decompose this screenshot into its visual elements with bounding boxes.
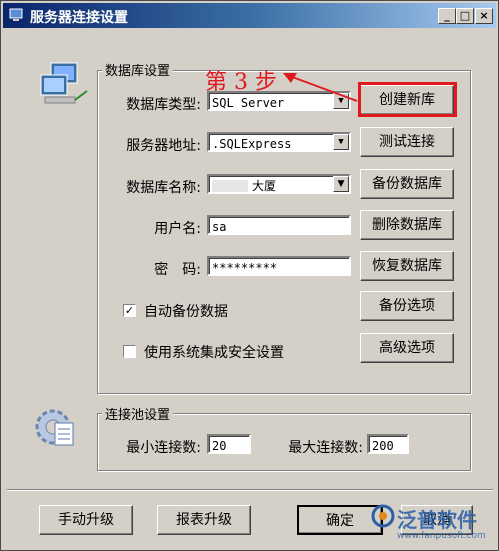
restore-db-button[interactable]: 恢复数据库: [360, 251, 454, 281]
min-connections-label: 最小连接数:: [126, 440, 201, 456]
user-input[interactable]: sa: [207, 215, 351, 235]
pool-settings-legend: 连接池设置: [102, 404, 174, 423]
watermark-url: www.fanpusoft.com: [397, 531, 486, 541]
db-type-label: 数据库类型:: [126, 97, 201, 113]
integrated-security-checkbox[interactable]: [123, 345, 136, 358]
delete-db-button[interactable]: 删除数据库: [360, 210, 454, 240]
title-bar[interactable]: 服务器连接设置 _ □ ×: [3, 3, 496, 28]
watermark-logo: [371, 504, 395, 532]
app-icon: [9, 7, 25, 27]
user-label: 用户名:: [154, 221, 201, 237]
network-computers-icon: [39, 61, 89, 115]
manual-upgrade-button[interactable]: 手动升级: [39, 505, 133, 535]
test-connection-button[interactable]: 测试连接: [360, 127, 454, 157]
db-name-select[interactable]: 大厦 ▼: [207, 174, 351, 194]
db-settings-legend: 数据库设置: [102, 60, 174, 79]
max-connections-input[interactable]: 200: [367, 434, 409, 454]
server-select[interactable]: .SQLExpress ▼: [207, 132, 351, 152]
chevron-down-icon[interactable]: ▼: [333, 176, 349, 192]
dialog-window: 服务器连接设置 _ □ × 数据库设置 数据库类型: SQL Server ▼ …: [0, 0, 499, 551]
highlight-box: [358, 82, 457, 117]
db-name-label: 数据库名称:: [126, 180, 201, 196]
auto-backup-checkbox[interactable]: ✓: [123, 304, 136, 317]
blurred-region: [212, 179, 248, 192]
maximize-button[interactable]: □: [456, 8, 474, 24]
advanced-options-button[interactable]: 高级选项: [360, 333, 454, 363]
close-button[interactable]: ×: [475, 8, 493, 24]
password-input[interactable]: *********: [207, 256, 351, 276]
red-arrow-icon: [283, 73, 358, 102]
step-annotation: 第 3 步: [205, 70, 277, 95]
backup-options-button[interactable]: 备份选项: [360, 291, 454, 321]
min-connections-input[interactable]: 20: [207, 434, 251, 454]
settings-gear-icon: [33, 403, 79, 457]
backup-db-button[interactable]: 备份数据库: [360, 169, 454, 199]
window-title: 服务器连接设置: [30, 10, 128, 26]
server-label: 服务器地址:: [126, 138, 201, 154]
report-upgrade-button[interactable]: 报表升级: [157, 505, 251, 535]
integrated-security-label[interactable]: 使用系统集成安全设置: [144, 342, 284, 362]
watermark-brand: 泛普软件: [397, 508, 477, 532]
max-connections-label: 最大连接数:: [288, 440, 363, 456]
chevron-down-icon[interactable]: ▼: [333, 134, 349, 150]
footer-divider: [7, 489, 493, 491]
auto-backup-label[interactable]: 自动备份数据: [144, 301, 228, 321]
minimize-button[interactable]: _: [438, 8, 456, 24]
password-label: 密 码:: [154, 262, 201, 278]
